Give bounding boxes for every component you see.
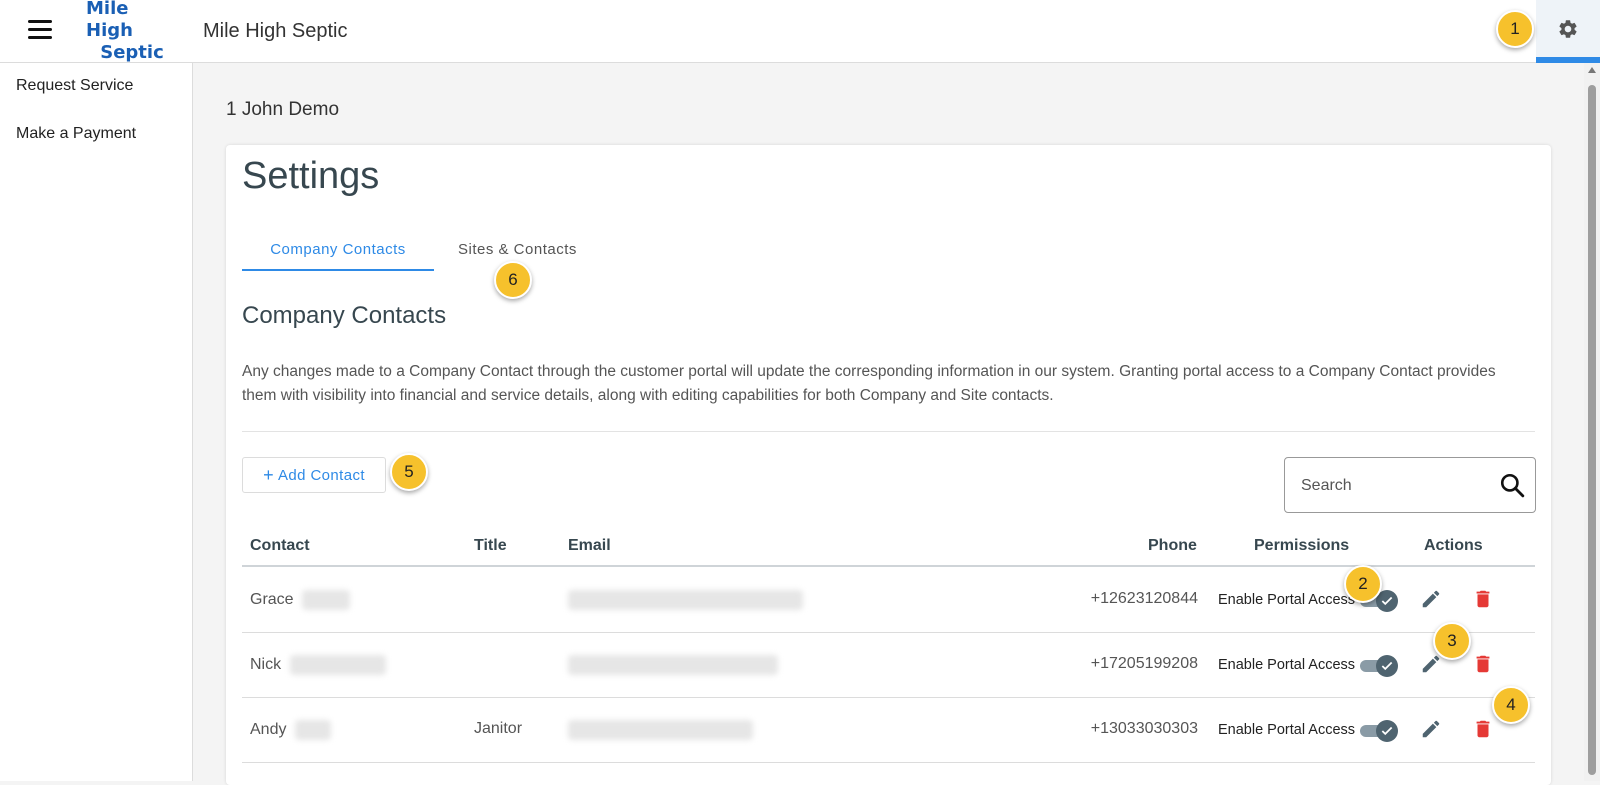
portal-access-toggle[interactable] [1360,720,1398,742]
hamburger-menu-icon[interactable] [28,20,52,40]
tab-sites-contacts[interactable]: Sites & Contacts [458,241,577,258]
edit-pencil-icon[interactable] [1420,718,1442,740]
callout-badge-2: 2 [1344,565,1382,603]
portal-access-toggle[interactable] [1360,655,1398,677]
contact-name: Grace [250,590,351,610]
company-logo: Mile High Septic [86,0,178,63]
table-row: Andy Janitor +13033030303 Enable Portal … [242,698,1535,763]
sidebar-item-make-payment[interactable]: Make a Payment [16,125,136,143]
settings-button[interactable] [1536,0,1600,63]
edit-pencil-icon[interactable] [1420,653,1442,675]
column-header-contact[interactable]: Contact [250,537,310,555]
contact-first-name: Grace [250,591,294,609]
delete-trash-icon[interactable] [1472,653,1494,675]
page-title: Settings [242,155,380,197]
column-header-actions: Actions [1424,537,1483,554]
top-bar: Mile High Septic Mile High Septic [0,0,1600,63]
redacted-last-name [294,720,331,740]
divider [242,431,1535,432]
table-row: Nick +17205199208 Enable Portal Access [242,633,1535,698]
contact-email [568,590,803,610]
table-header: Contact Title Email Phone Permissions Ac… [242,523,1535,567]
contact-email [568,655,778,675]
scroll-up-arrow-icon[interactable] [1588,67,1596,73]
contact-name: Nick [250,655,386,675]
column-header-email[interactable]: Email [568,537,611,555]
gear-icon [1559,19,1577,38]
delete-trash-icon[interactable] [1472,588,1494,610]
contact-name: Andy [250,720,331,740]
plus-icon: + [263,464,274,485]
contact-title: Janitor [474,720,523,737]
tab-company-contacts[interactable]: Company Contacts [242,241,434,271]
contact-phone: +13033030303 [1090,720,1198,737]
page-scrollbar[interactable] [1584,63,1600,781]
search-icon[interactable] [1499,472,1525,498]
callout-badge-6: 6 [494,261,532,299]
check-icon [1381,661,1393,671]
scrollbar-thumb[interactable] [1588,85,1596,775]
check-icon [1381,726,1393,736]
search-box [1284,457,1536,513]
portal-access-label: Enable Portal Access [1218,657,1356,673]
section-title: Company Contacts [242,302,447,329]
redacted-email [568,590,803,610]
callout-badge-1: 1 [1496,10,1534,48]
callout-badge-5: 5 [390,453,428,491]
app-title: Mile High Septic [203,20,348,42]
column-header-title[interactable]: Title [474,537,507,555]
search-input[interactable] [1299,474,1479,498]
delete-trash-icon[interactable] [1472,718,1494,740]
redacted-last-name [302,590,351,610]
callout-badge-4: 4 [1492,686,1530,724]
sidebar: Request Service Make a Payment [0,63,193,781]
redacted-email [568,720,753,740]
section-description: Any changes made to a Company Contact th… [242,363,1496,404]
redacted-email [568,655,778,675]
contact-phone: +17205199208 [1090,655,1198,672]
table-row: Grace +12623120844 Enable Portal Access [242,568,1535,633]
callout-badge-3: 3 [1433,622,1471,660]
column-header-phone[interactable]: Phone [1148,537,1197,555]
logo-line-2: Septic [100,42,164,63]
add-contact-label: Add Contact [277,466,365,484]
edit-pencil-icon[interactable] [1420,588,1442,610]
redacted-last-name [289,655,386,675]
portal-access-label: Enable Portal Access [1218,592,1356,608]
account-name: 1 John Demo [226,99,340,120]
sidebar-item-request-service[interactable]: Request Service [16,77,133,95]
contact-first-name: Andy [250,721,287,739]
check-icon [1381,596,1393,606]
logo-line-1: Mile High [86,0,133,41]
contact-email [568,720,753,740]
contact-phone: +12623120844 [1090,590,1198,607]
column-header-permissions: Permissions [1254,537,1350,554]
portal-access-label: Enable Portal Access [1218,722,1356,738]
add-contact-button[interactable]: + Add Contact [242,457,386,493]
contact-first-name: Nick [250,656,282,674]
